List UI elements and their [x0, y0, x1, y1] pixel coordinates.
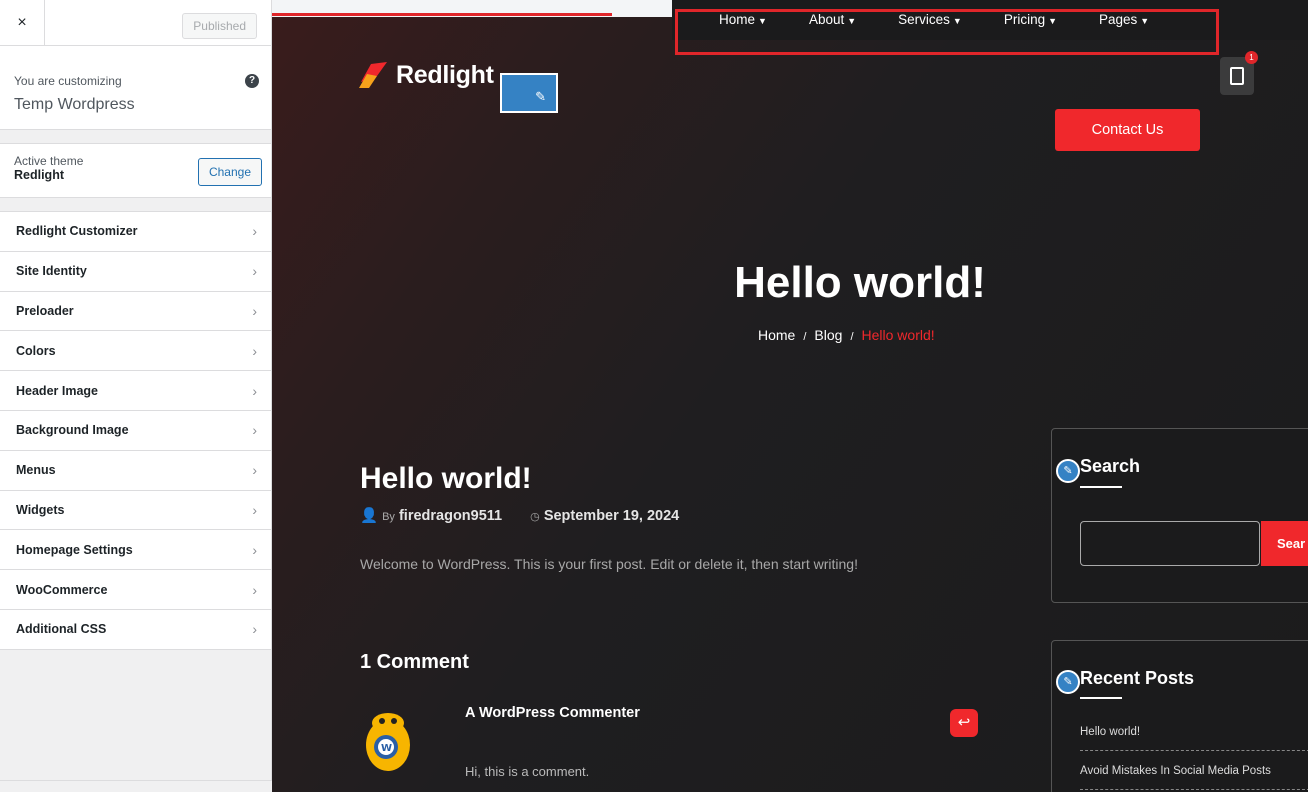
- logo-text: Redlight: [396, 60, 494, 89]
- customizer-sidebar: × Published You are customizing Temp Wor…: [0, 0, 272, 792]
- edit-logo-button[interactable]: ✎: [500, 73, 558, 113]
- divider: [1080, 789, 1308, 790]
- help-icon[interactable]: ?: [245, 74, 259, 88]
- breadcrumb-home[interactable]: Home: [758, 327, 795, 343]
- post-author[interactable]: firedragon9511: [399, 508, 502, 524]
- title-underline: [1080, 486, 1122, 488]
- menu-item-label: Colors: [16, 343, 56, 358]
- menu-item-label: Redlight Customizer: [16, 224, 138, 239]
- chevron-right-icon: ›: [252, 541, 257, 558]
- by-label: By: [382, 511, 395, 523]
- menu-item-colors[interactable]: Colors ›: [0, 331, 271, 372]
- recent-post-link[interactable]: Avoid Mistakes In Social Media Posts: [1080, 765, 1271, 777]
- chevron-right-icon: ›: [252, 382, 257, 399]
- chevron-right-icon: ›: [252, 422, 257, 439]
- publish-button[interactable]: Published: [182, 13, 257, 39]
- customizing-info: You are customizing Temp Wordpress ?: [0, 46, 271, 130]
- cart-button[interactable]: 1: [1220, 51, 1258, 95]
- active-theme-section: Active theme Redlight Change: [0, 143, 271, 198]
- nav-highlight-box: [675, 9, 1219, 55]
- search-widget-title: Search: [1080, 456, 1141, 476]
- chevron-right-icon: ›: [252, 263, 257, 280]
- post-title[interactable]: Hello world!: [360, 462, 532, 496]
- menu-item-additional-css[interactable]: Additional CSS ›: [0, 610, 271, 650]
- search-widget: ✎ Search Sear: [1051, 428, 1308, 603]
- contact-us-button[interactable]: Contact Us: [1055, 109, 1200, 151]
- breadcrumb-separator: /: [850, 331, 854, 343]
- menu-item-redlight-customizer[interactable]: Redlight Customizer ›: [0, 212, 271, 252]
- breadcrumb-separator: /: [803, 331, 807, 343]
- clock-icon: ◷: [530, 511, 540, 523]
- annotation-line: [452, 13, 612, 16]
- commenter-name[interactable]: A WordPress Commenter: [465, 705, 640, 721]
- customizer-header: × Published: [0, 0, 271, 46]
- recent-post-link[interactable]: Hello world!: [1080, 726, 1140, 738]
- svg-text:W: W: [381, 743, 392, 754]
- site-name: Temp Wordpress: [14, 96, 135, 113]
- site-logo[interactable]: Redlight: [357, 60, 494, 90]
- flame-logo-icon: [359, 62, 387, 88]
- menu-item-label: Widgets: [16, 502, 65, 517]
- menu-item-background-image[interactable]: Background Image ›: [0, 411, 271, 451]
- reply-icon[interactable]: ↩: [950, 709, 978, 737]
- edit-widget-icon[interactable]: ✎: [1056, 459, 1080, 483]
- comments-title: 1 Comment: [360, 651, 469, 673]
- menu-item-label: Site Identity: [16, 264, 87, 279]
- menu-item-label: Header Image: [16, 383, 98, 398]
- menu-item-homepage-settings[interactable]: Homepage Settings ›: [0, 530, 271, 571]
- divider: [1080, 750, 1308, 751]
- menu-item-label: WooCommerce: [16, 582, 108, 597]
- breadcrumb-blog[interactable]: Blog: [814, 327, 842, 343]
- shopping-bag-icon: [1230, 67, 1244, 85]
- recent-posts-widget: ✎ Recent Posts Hello world! Avoid Mistak…: [1051, 640, 1308, 792]
- site-preview: Home ▼ About ▼ Services ▼ Pricing ▼ Pages ▼ R…: [272, 0, 1308, 792]
- menu-item-label: Homepage Settings: [16, 542, 133, 557]
- chevron-right-icon: ›: [252, 302, 257, 319]
- menu-item-label: Preloader: [16, 303, 74, 318]
- search-button[interactable]: Sear: [1261, 521, 1308, 566]
- chevron-right-icon: ›: [252, 581, 257, 598]
- user-icon: 👤: [360, 508, 379, 524]
- menu-item-woocommerce[interactable]: WooCommerce ›: [0, 570, 271, 610]
- post-meta: 👤 By firedragon9511 ◷ September 19, 2024: [360, 507, 679, 524]
- customizer-footer: [0, 780, 272, 792]
- search-input[interactable]: [1080, 521, 1260, 566]
- menu-item-menus[interactable]: Menus ›: [0, 451, 271, 491]
- menu-item-label: Background Image: [16, 423, 129, 438]
- customizing-label: You are customizing: [14, 74, 122, 88]
- breadcrumb: Home / Blog / Hello world!: [758, 327, 935, 343]
- chevron-right-icon: ›: [252, 342, 257, 359]
- menu-item-widgets[interactable]: Widgets ›: [0, 491, 271, 531]
- title-underline: [1080, 697, 1122, 699]
- menu-item-header-image[interactable]: Header Image ›: [0, 371, 271, 411]
- pencil-icon: ✎: [535, 89, 546, 104]
- post-date: September 19, 2024: [543, 508, 680, 524]
- recent-posts-title: Recent Posts: [1080, 668, 1195, 688]
- chevron-right-icon: ›: [252, 462, 257, 479]
- chevron-right-icon: ›: [252, 501, 257, 518]
- post-excerpt: Welcome to WordPress. This is your first…: [360, 556, 858, 572]
- menu-item-label: Menus: [16, 463, 56, 478]
- hero-title: Hello world!: [734, 258, 986, 307]
- chevron-right-icon: ›: [252, 223, 257, 240]
- commenter-avatar: W: [366, 713, 410, 771]
- comment-text: Hi, this is a comment.: [465, 764, 590, 779]
- customizer-menu: Redlight Customizer › Site Identity › Prel…: [0, 211, 271, 650]
- menu-item-label: Additional CSS: [16, 622, 107, 637]
- close-icon[interactable]: ×: [0, 0, 45, 45]
- breadcrumb-current: Hello world!: [861, 327, 935, 343]
- edit-widget-icon[interactable]: ✎: [1056, 670, 1080, 694]
- change-theme-button[interactable]: Change: [197, 158, 262, 186]
- chevron-right-icon: ›: [252, 621, 257, 638]
- menu-item-site-identity[interactable]: Site Identity ›: [0, 252, 271, 292]
- cart-count-badge: 1: [1245, 51, 1258, 64]
- menu-item-preloader[interactable]: Preloader ›: [0, 292, 271, 332]
